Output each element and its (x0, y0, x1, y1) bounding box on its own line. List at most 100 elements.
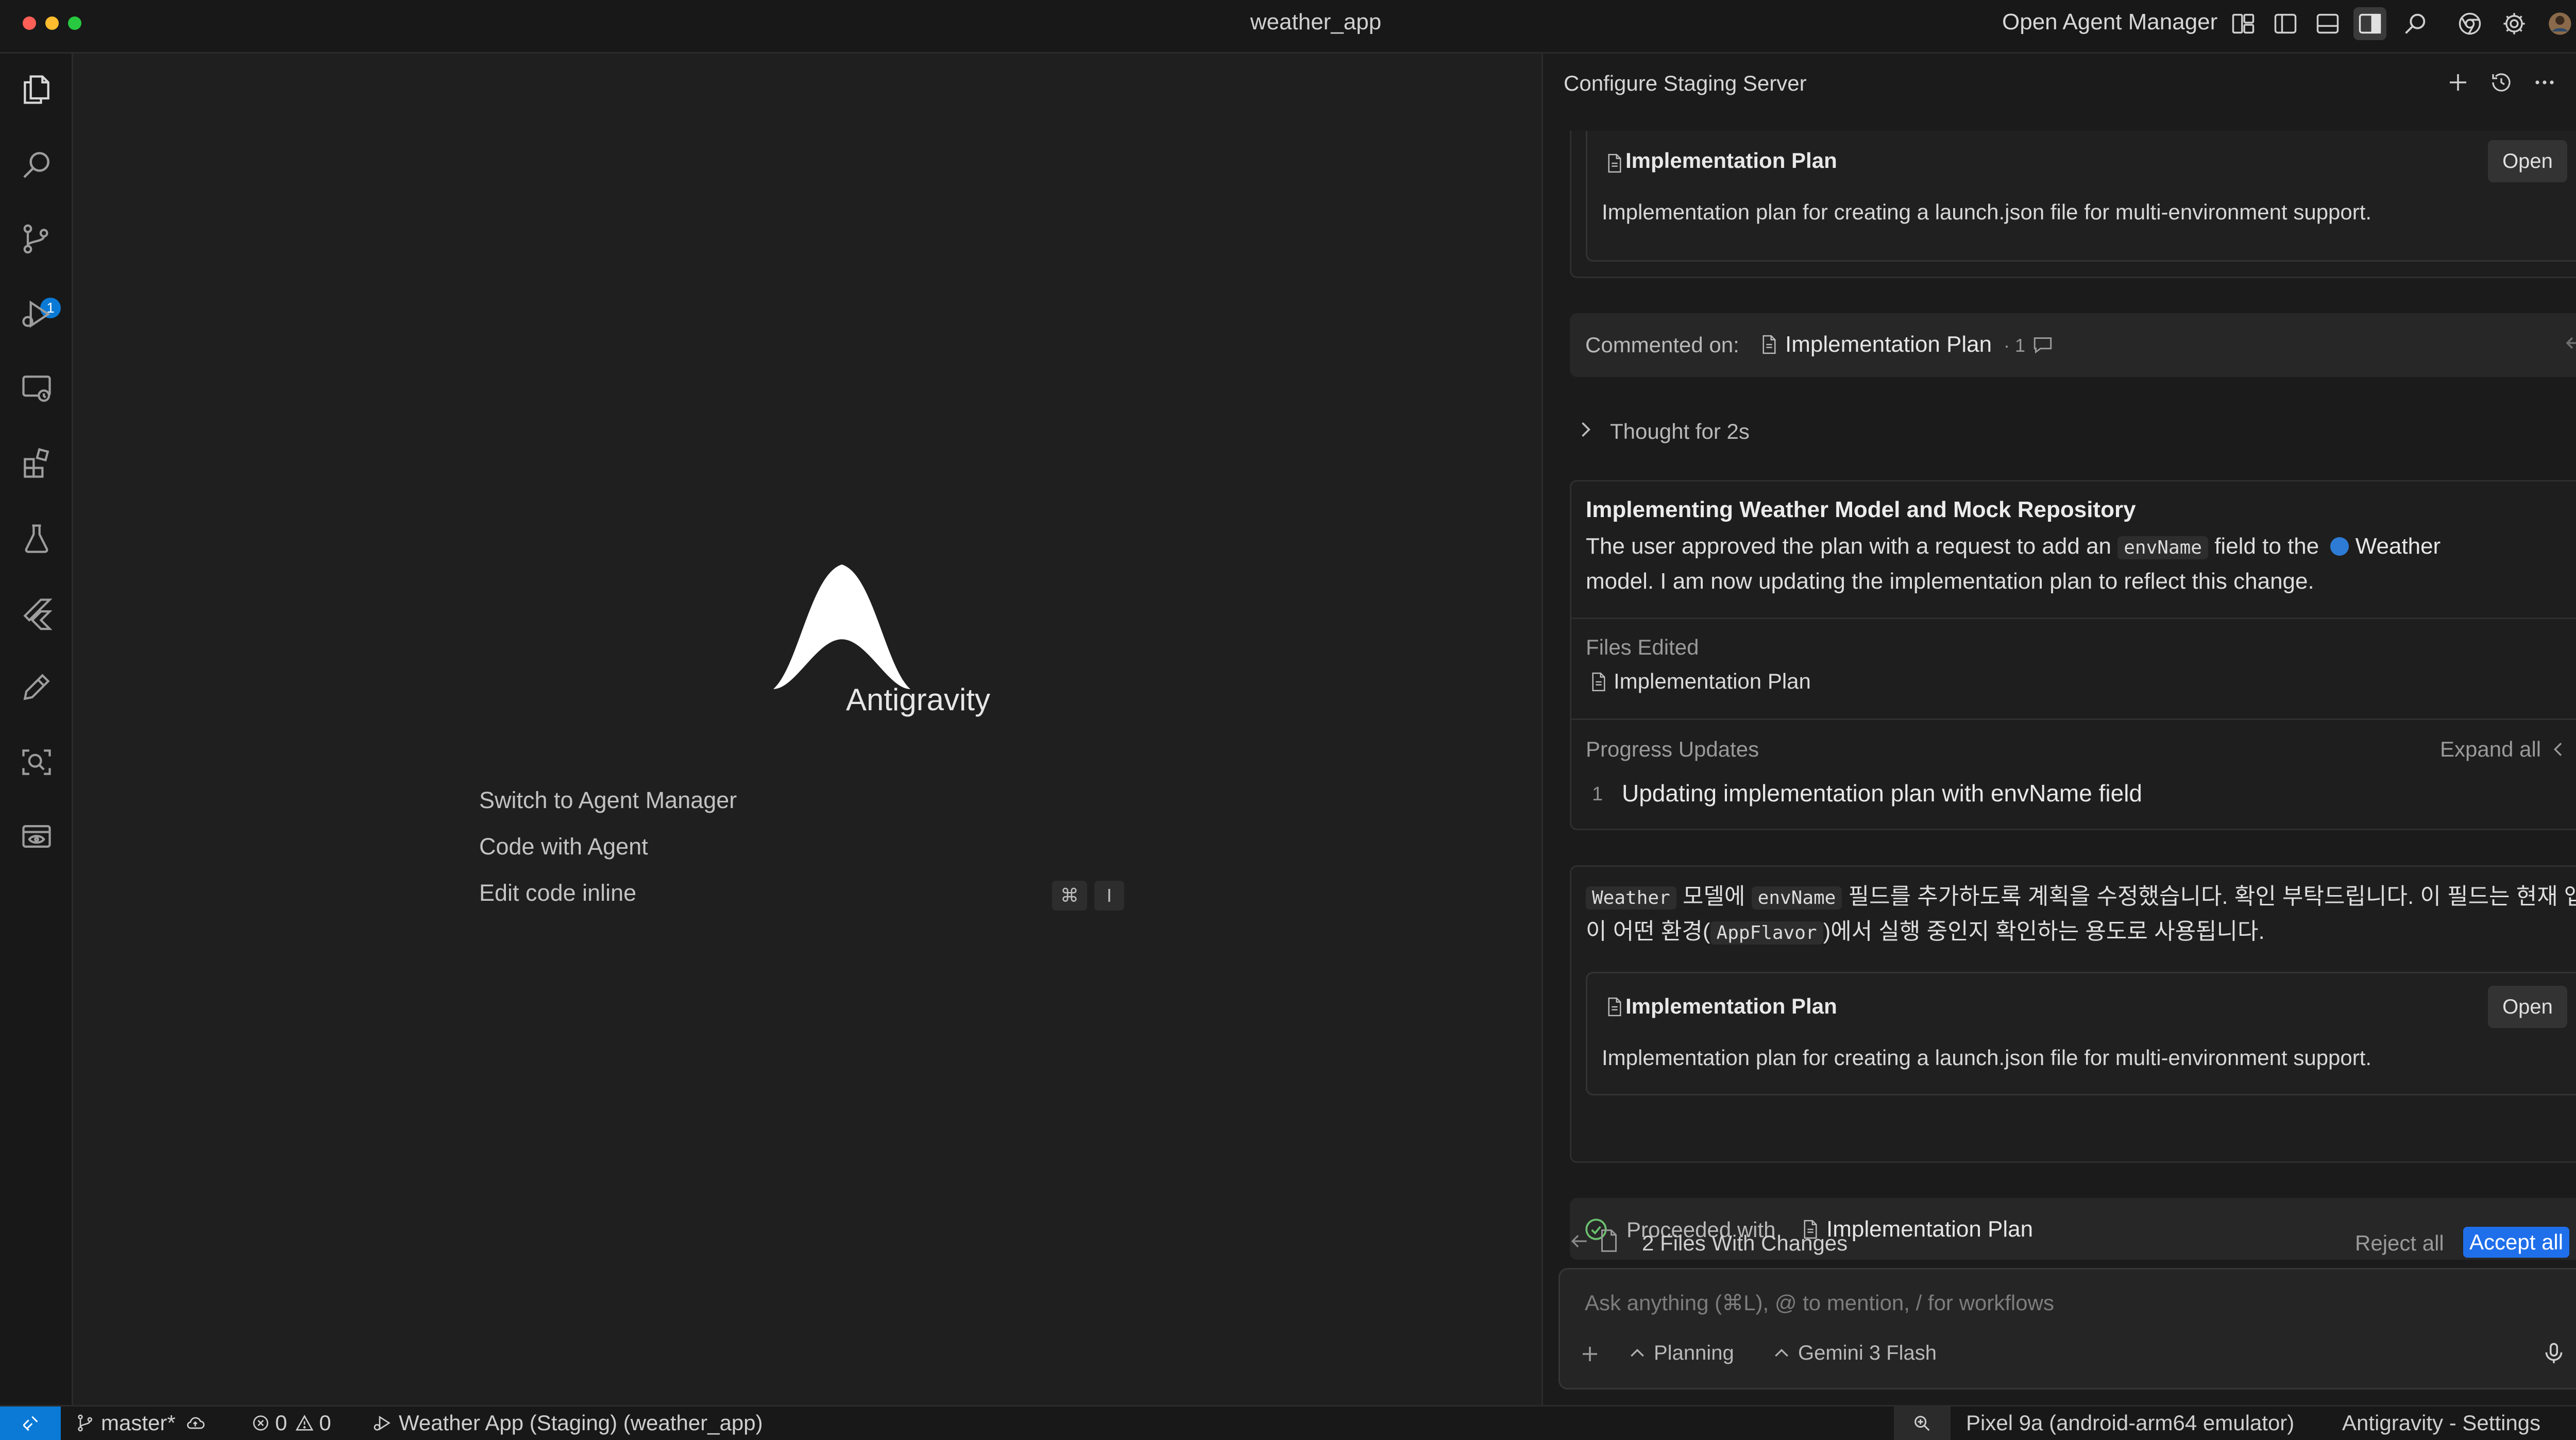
shortcut-key-i: I (1094, 881, 1124, 911)
extensions-icon[interactable] (16, 443, 57, 484)
flutter-icon[interactable] (16, 592, 57, 633)
code-with-agent-link[interactable]: Code with Agent (479, 833, 648, 860)
task-card: Implementing Weather Model and Mock Repo… (1570, 480, 2576, 830)
problems-indicator[interactable]: 0 0 (250, 1411, 331, 1435)
previous-message-card: Implementation Plan Open Implementation … (1570, 131, 2576, 278)
remote-explorer-icon[interactable] (16, 368, 57, 409)
edit-code-inline-link[interactable]: Edit code inline (479, 880, 636, 906)
inspect-icon[interactable] (16, 742, 57, 783)
progress-update-text: Updating implementation plan with envNam… (1622, 780, 2143, 807)
toggle-secondary-sidebar-icon[interactable] (2353, 7, 2386, 40)
edit-pen-icon[interactable] (16, 666, 57, 708)
switch-to-agent-manager-link[interactable]: Switch to Agent Manager (479, 787, 737, 814)
divider (1571, 718, 2576, 720)
product-name: Antigravity (845, 682, 991, 717)
toggle-panel-icon[interactable] (2311, 7, 2344, 40)
edited-file-link[interactable]: Implementation Plan (1614, 669, 1811, 694)
artifact-title: Implementation Plan (1625, 994, 1837, 1018)
layout-icon[interactable] (2227, 7, 2260, 40)
task-title: Implementing Weather Model and Mock Repo… (1586, 497, 2136, 522)
assistant-message-card: Weather 모델에 envName 필드를 추가하도록 계획을 수정했습니다… (1570, 865, 2576, 1163)
commented-on-label: Commented on: (1585, 333, 1739, 357)
error-icon (253, 1415, 268, 1431)
agent-panel: Configure Staging Server Implementation … (1541, 54, 2576, 1405)
chevron-left-icon (2554, 743, 2562, 756)
title-bar: weather_app Open Agent Manager (0, 0, 2576, 54)
shortcut-key-cmd: ⌘ (1052, 881, 1087, 911)
warning-count: 0 (319, 1411, 331, 1435)
new-conversation-icon[interactable] (2443, 67, 2473, 98)
chevron-up-icon (1631, 1348, 1644, 1357)
commented-artifact-link[interactable]: Implementation Plan (1785, 332, 1992, 357)
device-selector[interactable]: Pixel 9a (android-arm64 emulator) (1966, 1411, 2294, 1435)
launch-config-selector[interactable]: Weather App (Staging) (weather_app) (372, 1411, 763, 1435)
preview-icon[interactable] (16, 816, 57, 857)
summary-text: The user approved the plan with a reques… (1586, 534, 2112, 559)
chrome-icon[interactable] (2453, 7, 2486, 40)
zoom-indicator[interactable] (1894, 1407, 1951, 1440)
branch-indicator[interactable]: master* (75, 1411, 206, 1435)
add-context-icon[interactable] (1578, 1342, 1602, 1369)
thought-label: Thought for 2s (1610, 419, 1750, 443)
message-text: 이 어떤 환경( (1586, 919, 1710, 944)
toggle-primary-sidebar-icon[interactable] (2269, 7, 2302, 40)
document-icon (1607, 153, 1622, 173)
run-debug-icon[interactable] (16, 294, 57, 335)
launch-config-label: Weather App (Staging) (weather_app) (399, 1411, 763, 1435)
chevron-right-icon (1574, 418, 1597, 443)
thought-toggle[interactable]: Thought for 2s (1574, 414, 1883, 450)
commented-on-row: Commented on: Implementation Plan · 1 (1570, 313, 2576, 377)
open-agent-manager-button[interactable]: Open Agent Manager (2002, 9, 2217, 35)
gear-icon[interactable] (2498, 7, 2531, 40)
conversation-title: Configure Staging Server (1564, 71, 1807, 95)
chat-input-box[interactable]: Ask anything (⌘L), @ to mention, / for w… (1558, 1268, 2576, 1390)
inline-code: AppFlavor (1710, 921, 1823, 945)
reject-all-button[interactable]: Reject all (2355, 1231, 2444, 1256)
status-bar: master* 0 0 Weather App (Staging) (weath… (0, 1405, 2576, 1440)
chat-input-placeholder[interactable]: Ask anything (⌘L), @ to mention, / for w… (1585, 1290, 2054, 1315)
testing-icon[interactable] (16, 518, 57, 559)
model-label: Gemini 3 Flash (1798, 1342, 1937, 1364)
arrow-left-icon[interactable] (1568, 1230, 1590, 1255)
accept-all-button[interactable]: Accept all (2463, 1227, 2570, 1258)
weather-model-link[interactable]: Weather (2355, 534, 2441, 559)
files-edited-label: Files Edited (1586, 635, 1699, 659)
comment-count: · 1 (2004, 335, 2026, 356)
account-avatar[interactable] (2543, 7, 2576, 40)
activity-bar: 1 (0, 54, 73, 1405)
mode-selector[interactable]: Planning (1627, 1342, 1734, 1365)
close-panel-icon[interactable] (2571, 67, 2576, 98)
progress-index: 1 (1592, 783, 1603, 805)
search-icon[interactable] (16, 144, 57, 185)
microphone-icon[interactable] (2541, 1341, 2567, 1369)
message-text: 모델에 (1682, 884, 1745, 909)
error-count: 0 (275, 1411, 287, 1435)
explorer-icon[interactable] (16, 69, 57, 110)
more-options-icon[interactable] (2529, 67, 2560, 98)
source-control-icon[interactable] (16, 218, 57, 260)
zoom-icon (1914, 1415, 1930, 1431)
dart-file-icon (2330, 537, 2349, 556)
branch-name: master* (101, 1411, 176, 1435)
files-with-changes-label[interactable]: 2 Files With Changes (1642, 1231, 1848, 1256)
message-text: 필드를 추가하도록 계획을 수정했습니다. 확인 부탁드립니다. 이 필드는 현… (1848, 884, 2576, 909)
open-artifact-button[interactable]: Open (2488, 986, 2567, 1028)
expand-all-button[interactable]: Expand all (2440, 737, 2569, 762)
settings-indicator[interactable]: Antigravity - Settings (2342, 1411, 2540, 1435)
document-icon (1607, 997, 1622, 1017)
model-selector[interactable]: Gemini 3 Flash (1771, 1342, 1937, 1365)
task-summary-line-2: model. I am now updating the implementat… (1586, 569, 2314, 594)
warning-icon (296, 1414, 314, 1431)
debug-run-icon (374, 1415, 391, 1431)
search-icon[interactable] (2399, 7, 2432, 40)
expand-all-label: Expand all (2440, 737, 2541, 761)
file-icon (1600, 1229, 1618, 1255)
undo-icon[interactable] (2563, 332, 2576, 359)
history-icon[interactable] (2486, 67, 2517, 98)
open-artifact-button[interactable]: Open (2488, 140, 2567, 182)
artifact-title: Implementation Plan (1625, 148, 1837, 173)
document-icon (1591, 672, 1606, 692)
remote-indicator[interactable] (0, 1407, 61, 1440)
progress-updates-label: Progress Updates (1586, 737, 1759, 761)
message-text: )에서 실행 중인지 확인하는 용도로 사용됩니다. (1823, 919, 2265, 944)
